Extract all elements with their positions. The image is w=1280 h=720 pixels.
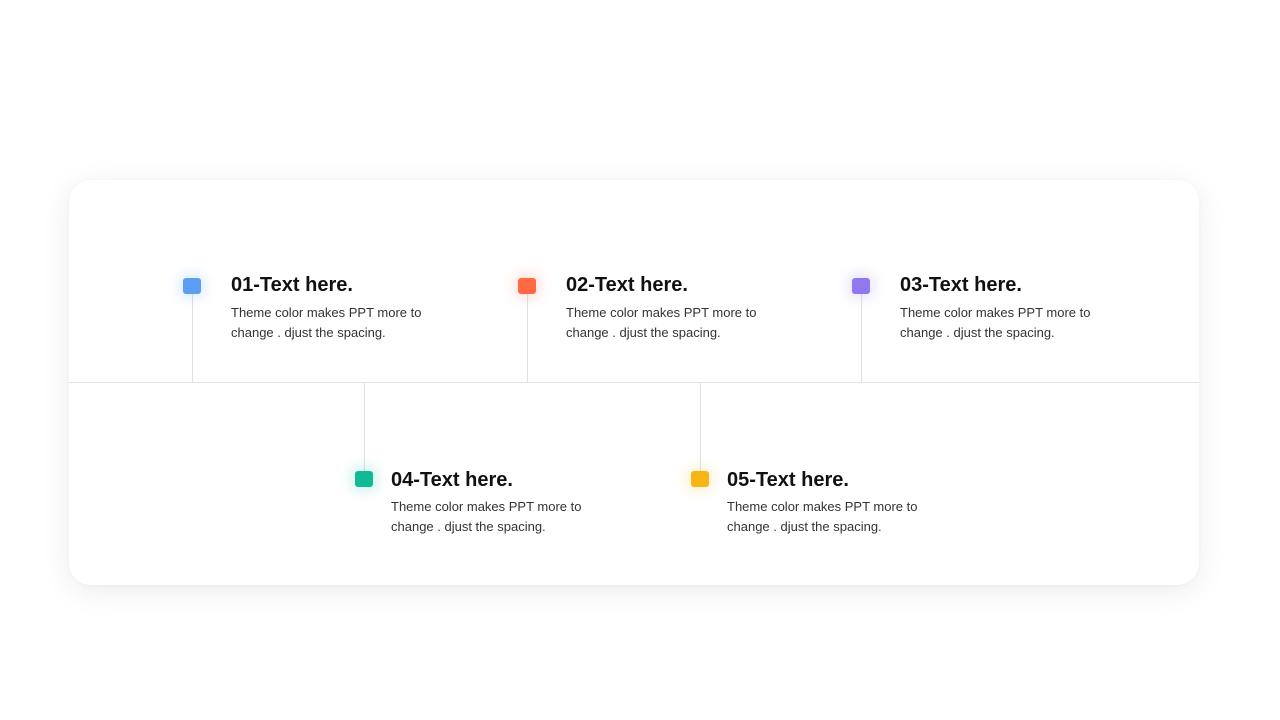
item-title-03: 03-Text here. <box>900 274 1022 296</box>
item-title-02: 02-Text here. <box>566 274 688 296</box>
item-title-05: 05-Text here. <box>727 469 849 491</box>
connector-line-05 <box>700 383 701 471</box>
marker-square-01 <box>183 278 201 294</box>
slide-canvas: 01-Text here. Theme color makes PPT more… <box>0 0 1280 720</box>
marker-square-05 <box>691 471 709 487</box>
connector-line-04 <box>364 383 365 471</box>
marker-square-03 <box>852 278 870 294</box>
connector-line-01 <box>192 294 193 382</box>
item-description-04: Theme color makes PPT more to change . d… <box>391 499 582 534</box>
item-description-02: Theme color makes PPT more to change . d… <box>566 305 757 340</box>
item-description-01: Theme color makes PPT more to change . d… <box>231 305 422 340</box>
item-description-05: Theme color makes PPT more to change . d… <box>727 499 918 534</box>
connector-line-03 <box>861 294 862 382</box>
item-description-03: Theme color makes PPT more to change . d… <box>900 305 1091 340</box>
timeline-axis <box>69 382 1199 383</box>
marker-square-04 <box>355 471 373 487</box>
item-title-01: 01-Text here. <box>231 274 353 296</box>
marker-square-02 <box>518 278 536 294</box>
item-title-04: 04-Text here. <box>391 469 513 491</box>
connector-line-02 <box>527 294 528 382</box>
